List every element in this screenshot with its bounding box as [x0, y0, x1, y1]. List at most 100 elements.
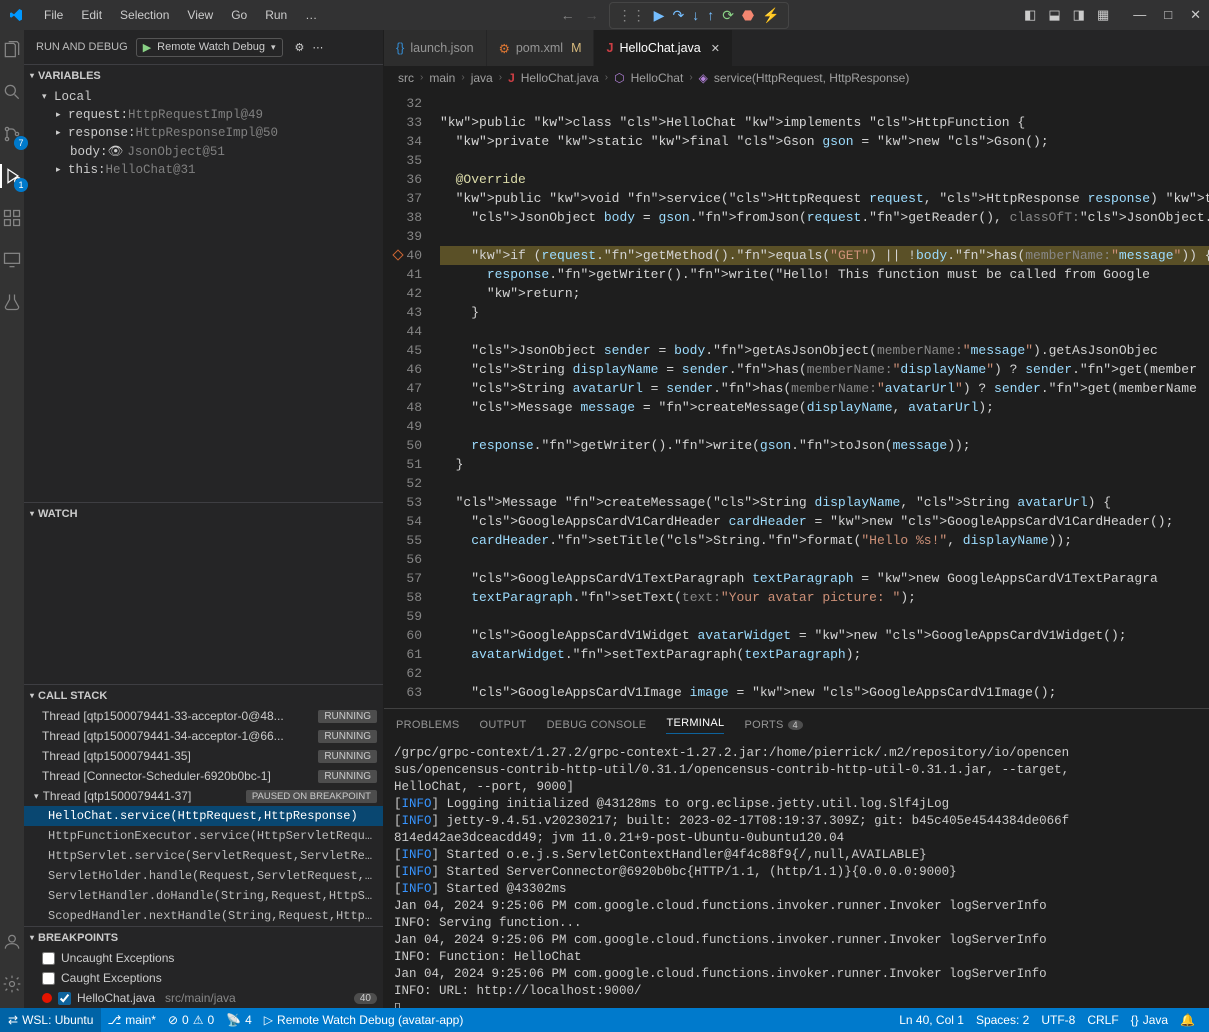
callstack-section[interactable]: CALL STACK [24, 684, 383, 706]
bp-caught[interactable]: Caught Exceptions [24, 968, 383, 988]
nav-forward-icon[interactable]: → [585, 7, 599, 23]
bp-file[interactable]: HelloChat.javasrc/main/java40 [24, 988, 383, 1008]
run-debug-icon[interactable]: 1 [0, 164, 24, 188]
menu-more[interactable]: … [297, 4, 325, 26]
hot-reload-icon[interactable]: ⚡ [762, 7, 779, 24]
editor[interactable]: 3233343536373839404142434445464748495051… [384, 90, 1209, 708]
close-icon[interactable]: ✕ [711, 42, 720, 55]
breakpoints-section[interactable]: BREAKPOINTS [24, 926, 383, 948]
panel-tab-problems[interactable]: PROBLEMS [396, 719, 460, 731]
extensions-icon[interactable] [0, 206, 24, 230]
window-maximize-icon[interactable]: □ [1164, 7, 1172, 23]
status-branch[interactable]: ⎇main* [101, 1013, 162, 1027]
terminal-output[interactable]: /grpc/grpc-context/1.27.2/grpc-context-1… [384, 741, 1209, 1008]
explorer-icon[interactable] [0, 38, 24, 62]
panel-tabs: PROBLEMS OUTPUT DEBUG CONSOLE TERMINAL P… [384, 709, 1209, 741]
menu-view[interactable]: View [179, 4, 221, 26]
variables-section[interactable]: VARIABLES [24, 64, 383, 86]
branch-icon: ⎇ [107, 1013, 121, 1027]
thread-row[interactable]: Thread [Connector-Scheduler-6920b0bc-1]R… [24, 766, 383, 786]
variables-scope-local[interactable]: ▾Local [24, 88, 383, 106]
layout-panel-bottom-icon[interactable]: ⬓ [1048, 7, 1060, 23]
statusbar: ⇄WSL: Ubuntu ⎇main* ⊘0⚠0 📡4 ▷Remote Watc… [0, 1008, 1209, 1032]
variable-body[interactable]: body: 👁JsonObject@51 [24, 142, 383, 161]
step-over-icon[interactable]: ↷ [672, 7, 684, 24]
breakpoint-dot-icon [42, 993, 52, 1003]
tab-hellochat-java[interactable]: JHelloChat.java✕ [594, 30, 732, 66]
window-close-icon[interactable]: ✕ [1190, 7, 1201, 23]
menu-go[interactable]: Go [223, 4, 255, 26]
debug-config-selector[interactable]: ▶ Remote Watch Debug ▾ [136, 38, 283, 57]
stack-frame[interactable]: HttpServlet.service(ServletRequest,Servl… [24, 846, 383, 866]
status-debug[interactable]: ▷Remote Watch Debug (avatar-app) [258, 1013, 470, 1027]
stack-frame[interactable]: HttpFunctionExecutor.service(HttpServlet… [24, 826, 383, 846]
layout-panel-left-icon[interactable]: ◧ [1024, 7, 1036, 23]
tab-launch-json[interactable]: {}launch.json [384, 30, 487, 66]
gutter[interactable]: 3233343536373839404142434445464748495051… [384, 90, 432, 708]
step-out-icon[interactable]: ↑ [707, 7, 714, 24]
menu-edit[interactable]: Edit [73, 4, 110, 26]
tab-pom-xml[interactable]: ⚙pom.xmlM [487, 30, 595, 66]
bp-checkbox[interactable] [42, 972, 55, 985]
remote-explorer-icon[interactable] [0, 248, 24, 272]
accounts-icon[interactable] [0, 930, 24, 954]
callstack-list: Thread [qtp1500079441-33-acceptor-0@48..… [24, 706, 383, 926]
menu-selection[interactable]: Selection [112, 4, 177, 26]
status-encoding[interactable]: UTF-8 [1035, 1013, 1081, 1027]
debug-settings-icon[interactable]: ⚙ [295, 41, 305, 54]
variable-this[interactable]: ▸this: HelloChat@31 [24, 161, 383, 179]
layout-panel-right-icon[interactable]: ◨ [1073, 7, 1085, 23]
menu-file[interactable]: File [36, 4, 71, 26]
stack-frame[interactable]: ScopedHandler.nextHandle(String,Request,… [24, 906, 383, 926]
bp-checkbox[interactable] [42, 952, 55, 965]
stack-frame[interactable]: ServletHolder.handle(Request,ServletRequ… [24, 866, 383, 886]
window-minimize-icon[interactable]: ― [1133, 7, 1146, 23]
menu-run[interactable]: Run [257, 4, 295, 26]
thread-row[interactable]: Thread [qtp1500079441-33-acceptor-0@48..… [24, 706, 383, 726]
continue-icon[interactable]: ▶ [654, 7, 665, 24]
nav-back-icon[interactable]: ← [561, 7, 575, 23]
search-icon[interactable] [0, 80, 24, 104]
status-remote[interactable]: ⇄WSL: Ubuntu [0, 1008, 101, 1032]
status-eol[interactable]: CRLF [1081, 1013, 1124, 1027]
breadcrumbs[interactable]: src› main› java› JHelloChat.java› ⬡Hello… [384, 66, 1209, 90]
stack-frame[interactable]: ServletHandler.doHandle(String,Request,H… [24, 886, 383, 906]
variable-response[interactable]: ▸response: HttpResponseImpl@50 [24, 124, 383, 142]
error-icon: ⊘ [168, 1013, 178, 1027]
status-ports[interactable]: 📡4 [220, 1013, 258, 1027]
modified-indicator: M [571, 41, 581, 55]
class-icon: ⬡ [614, 71, 624, 85]
code-area[interactable]: "kw">public "kw">class "cls">HelloChat "… [432, 90, 1209, 708]
settings-gear-icon[interactable] [0, 972, 24, 996]
thread-row-paused[interactable]: ▾Thread [qtp1500079441-37]PAUSED ON BREA… [24, 786, 383, 806]
breakpoints-list: Uncaught Exceptions Caught Exceptions He… [24, 948, 383, 1008]
source-control-icon[interactable]: 7 [0, 122, 24, 146]
restart-icon[interactable]: ⟳ [722, 7, 734, 24]
bp-uncaught[interactable]: Uncaught Exceptions [24, 948, 383, 968]
sidebar: RUN AND DEBUG ▶ Remote Watch Debug ▾ ⚙ ⋯… [24, 30, 384, 1008]
panel-tab-ports[interactable]: PORTS4 [744, 719, 803, 731]
thread-row[interactable]: Thread [qtp1500079441-35]RUNNING [24, 746, 383, 766]
drag-handle-icon[interactable]: ⋮⋮ [618, 7, 646, 24]
debug-config-name: Remote Watch Debug [157, 41, 265, 53]
testing-icon[interactable] [0, 290, 24, 314]
xml-icon: ⚙ [499, 41, 510, 56]
panel-tab-terminal[interactable]: TERMINAL [666, 717, 724, 734]
thread-row[interactable]: Thread [qtp1500079441-34-acceptor-1@66..… [24, 726, 383, 746]
status-language[interactable]: {}Java [1125, 1013, 1174, 1027]
status-linecol[interactable]: Ln 40, Col 1 [893, 1013, 970, 1027]
panel-tab-debug-console[interactable]: DEBUG CONSOLE [547, 719, 647, 731]
status-spaces[interactable]: Spaces: 2 [970, 1013, 1035, 1027]
stack-frame[interactable]: HelloChat.service(HttpRequest,HttpRespon… [24, 806, 383, 826]
panel-tab-output[interactable]: OUTPUT [480, 719, 527, 731]
watch-section[interactable]: WATCH [24, 502, 383, 524]
bp-checkbox[interactable] [58, 992, 71, 1005]
status-notifications-icon[interactable]: 🔔 [1174, 1013, 1201, 1027]
step-into-icon[interactable]: ↓ [692, 7, 699, 24]
status-problems[interactable]: ⊘0⚠0 [162, 1013, 220, 1027]
variable-request[interactable]: ▸request: HttpRequestImpl@49 [24, 106, 383, 124]
warning-icon: ⚠ [193, 1013, 204, 1027]
more-actions-icon[interactable]: ⋯ [312, 41, 323, 54]
layout-customize-icon[interactable]: ▦ [1097, 7, 1109, 23]
stop-icon[interactable]: ⬣ [742, 7, 754, 24]
